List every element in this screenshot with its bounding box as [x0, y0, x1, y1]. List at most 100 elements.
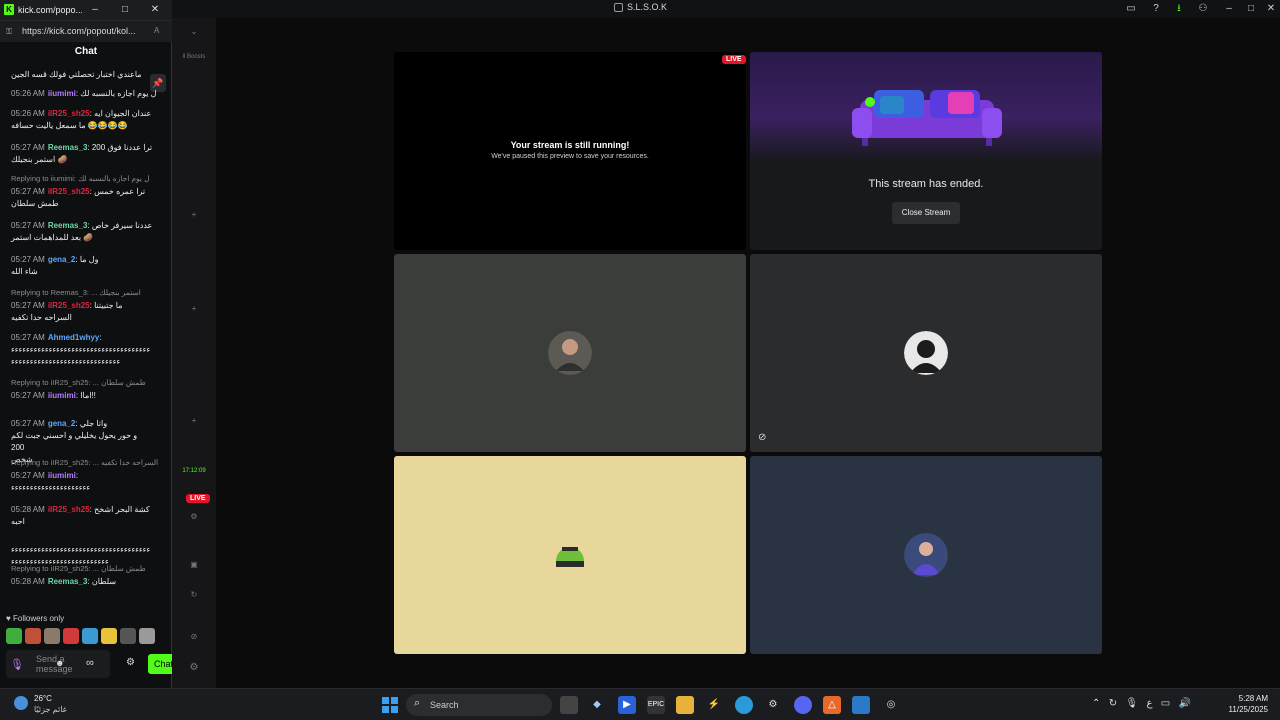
chat-message[interactable]: 05:28 AM iIR25_sh25: كشة البحر اشخح احبه	[11, 504, 161, 528]
settings-icon[interactable]: ⚙	[764, 696, 782, 714]
add-icon[interactable]: +	[172, 304, 216, 313]
chat-message[interactable]: ءءءءءءءءءءءءءءءءءءءءءءءءءءءءءءءءءءءءء ءءء…	[11, 532, 161, 568]
chat-messages[interactable]: ماعندي اختبار تحصلتي فولك قسه الجين 05:26…	[0, 66, 172, 612]
search-label[interactable]: Search	[430, 700, 459, 710]
chat-message[interactable]: 05:27 AM iiumimi: اماا!!	[11, 390, 161, 402]
username[interactable]: Ahmed1whyy	[48, 333, 100, 342]
chat-message[interactable]: 05:27 AM Ahmed1whyy: ءءءءءءءءءءءءءءءءءءءء…	[11, 332, 161, 368]
infinity-icon[interactable]: ∞	[86, 657, 94, 669]
microphone-icon[interactable]: 🎙	[10, 658, 24, 672]
weather-icon[interactable]	[14, 696, 28, 710]
settings-icon[interactable]: ⚙	[172, 512, 216, 521]
username[interactable]: iIR25_sh25	[48, 301, 90, 310]
emote[interactable]	[6, 628, 22, 644]
windows-start-icon[interactable]	[382, 697, 398, 713]
account-icon[interactable]: ⚇	[1196, 2, 1210, 16]
address-bar[interactable]: ⚿ https://kick.com/popout/kol... A	[0, 20, 172, 42]
stream-tile-running[interactable]: LIVE Your stream is still running! We've…	[394, 52, 746, 250]
download-icon[interactable]: ⭳	[1172, 2, 1186, 16]
weather-temperature[interactable]: 26°C	[34, 694, 52, 703]
chat-message[interactable]: 05:27 AM iiumimi: ءءءءءءءءءءءءءءءءءءءءء	[11, 470, 161, 494]
url-text[interactable]: https://kick.com/popout/kol...	[22, 26, 148, 36]
username[interactable]: gena_2	[48, 255, 76, 264]
add-icon[interactable]: +	[172, 416, 216, 425]
emoji-icon[interactable]: ☻	[55, 658, 64, 668]
username[interactable]: gena_2	[48, 419, 76, 428]
gear-icon[interactable]: ⚙	[126, 657, 135, 668]
steam-icon[interactable]: ◆	[588, 696, 606, 714]
username[interactable]: Reemas_3	[48, 577, 88, 586]
maximize-button[interactable]: □	[118, 3, 132, 17]
edge-browser-icon[interactable]	[735, 696, 753, 714]
chat-message[interactable]: 05:26 AM iIR25_sh25: عندان الجيوان ايه ما …	[11, 108, 161, 132]
weather-description[interactable]: غائم جزئيًا	[34, 705, 67, 714]
emote[interactable]	[63, 628, 79, 644]
reader-mode-icon[interactable]: A	[154, 26, 159, 35]
emote[interactable]	[25, 628, 41, 644]
username[interactable]: iIR25_sh25	[48, 187, 90, 196]
username[interactable]: iiumimi	[48, 391, 76, 400]
username[interactable]: Reemas_3	[48, 221, 88, 230]
file-explorer-icon[interactable]	[676, 696, 694, 714]
search-icon[interactable]: ⌕	[414, 697, 420, 710]
reply-context[interactable]: Replying to iIR25_sh25: ... السراحه حدا …	[11, 458, 161, 467]
stream-tile[interactable]	[394, 254, 746, 452]
app-icon[interactable]: ⚡	[705, 696, 723, 714]
epic-games-icon[interactable]: EPIC	[647, 696, 665, 714]
emote[interactable]	[44, 628, 60, 644]
chat-message[interactable]: 05:28 AM Reemas_3: سلطان	[11, 576, 161, 588]
maximize-button[interactable]: □	[1244, 2, 1258, 16]
chat-message[interactable]: ماعندي اختبار تحصلتي فولك قسه الجين	[11, 69, 161, 81]
emote[interactable]	[82, 628, 98, 644]
discord-icon[interactable]	[794, 696, 812, 714]
help-icon[interactable]: ?	[1149, 2, 1163, 16]
chat-icon[interactable]: ▣	[172, 560, 216, 569]
reply-context[interactable]: Replying to Reemas_3: ... استمر بنجيلك	[11, 288, 161, 297]
clock-date[interactable]: 11/25/2025	[1216, 705, 1268, 714]
reply-context[interactable]: Replying to iiumimi: ل يوم اجازه بالنسبه…	[11, 174, 161, 183]
chrome-icon[interactable]: ◎	[882, 696, 900, 714]
refresh-icon[interactable]: ↻	[172, 590, 216, 599]
chat-message[interactable]: 05:27 AM iIR25_sh25: ما جتبيتنا السراحه حد…	[11, 300, 161, 324]
search-box[interactable]	[406, 694, 552, 716]
chat-message[interactable]: 05:27 AM Reemas_3: عددنا سيرفر خاص بعد للم…	[11, 220, 161, 244]
username[interactable]: Reemas_3	[48, 143, 88, 152]
close-button[interactable]: ✕	[148, 3, 162, 17]
stream-tile[interactable]	[750, 456, 1102, 654]
minimize-button[interactable]: –	[1222, 2, 1236, 16]
app-icon[interactable]: ▶	[618, 696, 636, 714]
picture-in-picture-icon[interactable]: ▭	[1124, 2, 1138, 16]
system-tray[interactable]: ⌃ ↻ 🎙 ع ▭ 🔊	[1092, 698, 1191, 709]
username[interactable]: iiumimi	[48, 471, 76, 480]
app-icon[interactable]: △	[823, 696, 841, 714]
muted-icon[interactable]: ⊘	[758, 432, 766, 443]
language-indicator[interactable]: ع	[1146, 698, 1152, 709]
minimize-button[interactable]: –	[88, 3, 102, 17]
username[interactable]: iiumimi	[48, 89, 76, 98]
lock-icon[interactable]: ⚿	[6, 27, 16, 37]
emote[interactable]	[139, 628, 155, 644]
notepad-icon[interactable]	[852, 696, 870, 714]
reply-context[interactable]: Replying to iIR25_sh25: ... طمش سلطان	[11, 564, 161, 573]
close-button[interactable]: ✕	[1264, 2, 1278, 16]
chat-title: Chat	[74, 46, 98, 57]
username[interactable]: iIR25_sh25	[48, 109, 90, 118]
chat-message[interactable]: 05:27 AM gena_2: ول ما شاء الله	[11, 254, 161, 278]
emote[interactable]	[120, 628, 136, 644]
send-chat-button[interactable]: Chat	[148, 654, 172, 674]
stream-tile[interactable]	[394, 456, 746, 654]
emote[interactable]	[101, 628, 117, 644]
close-stream-button[interactable]: Close Stream	[892, 202, 960, 224]
chat-message[interactable]: 05:27 AM iIR25_sh25: ترا عمره خمس طمش سلطا…	[11, 186, 161, 210]
clock-time[interactable]: 5:28 AM	[1232, 694, 1268, 703]
chevron-down-icon[interactable]: ⌄	[172, 26, 216, 37]
gear-icon[interactable]: ⚙	[172, 662, 216, 673]
task-view-icon[interactable]	[560, 696, 578, 714]
mute-icon[interactable]: ⊘	[172, 632, 216, 641]
stream-tile[interactable]: ⊘	[750, 254, 1102, 452]
username[interactable]: iIR25_sh25	[48, 505, 90, 514]
chat-message[interactable]: 05:27 AM Reemas_3: ترا عددنا فوق 200 استمر…	[11, 142, 161, 166]
reply-context[interactable]: Replying to iIR25_sh25: ... طمش سلطان	[11, 378, 161, 387]
add-icon[interactable]: +	[172, 210, 216, 219]
chat-message[interactable]: 05:26 AM iiumimi: ل يوم اجازه بالنسبه لك	[11, 88, 161, 100]
